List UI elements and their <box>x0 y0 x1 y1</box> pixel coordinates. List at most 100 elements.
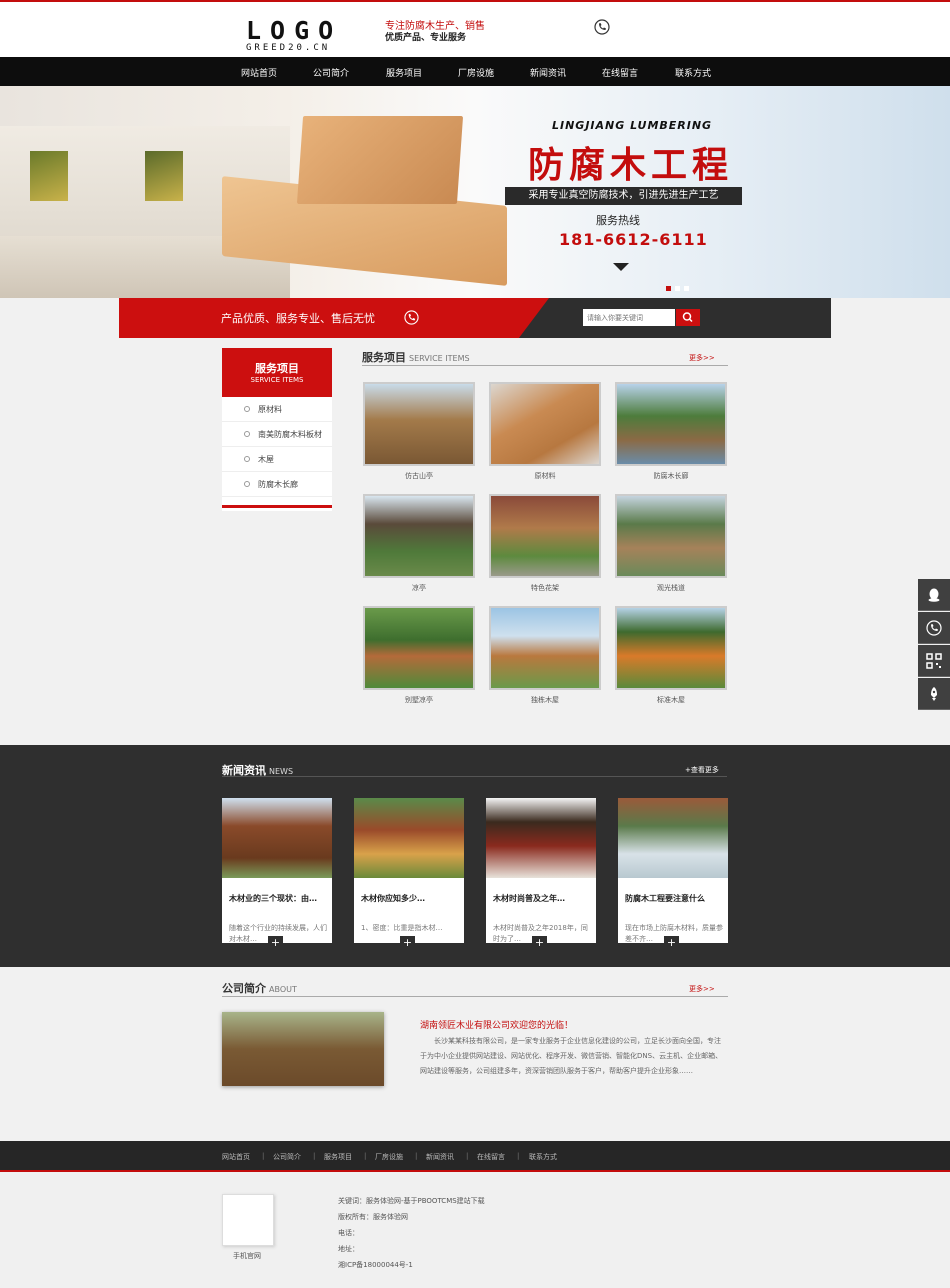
service-image <box>489 606 601 690</box>
news-title: 木材你应知多少… <box>361 894 425 903</box>
services-section-title: 服务项目 SERVICE ITEMS <box>362 349 470 365</box>
footer-nav-contact[interactable]: 联系方式 <box>529 1152 557 1162</box>
plus-icon[interactable]: + <box>400 936 415 951</box>
nav-item-services[interactable]: 服务项目 <box>386 66 422 79</box>
service-caption: 独栋木屋 <box>531 696 559 704</box>
service-card[interactable]: 防腐木长廊 <box>615 382 727 481</box>
footer-copyright: 版权所有：服务体验网 <box>338 1213 408 1221</box>
service-card[interactable]: 仿古山亭 <box>363 382 475 481</box>
news-card[interactable]: 防腐木工程要注意什么 现在市场上防腐木材料，质量参差不齐… + <box>618 798 728 951</box>
news-image <box>222 798 332 878</box>
news-card[interactable]: 木材你应知多少… 1、密度：比重是指木材… + <box>354 798 464 951</box>
service-caption: 仿古山亭 <box>405 472 433 480</box>
sidebar-item-label: 木屋 <box>258 455 274 464</box>
services-title-text: 服务项目 <box>362 351 406 364</box>
footer-icp[interactable]: 湘ICP备18000044号-1 <box>338 1260 413 1270</box>
service-image <box>615 382 727 466</box>
separator: | <box>364 1152 367 1160</box>
footer-keywords: 关键词：服务体验网-基于PBOOTCMS建站下载 <box>338 1197 485 1205</box>
service-card[interactable]: 特色花架 <box>489 494 601 593</box>
plus-icon[interactable]: + <box>268 936 283 951</box>
banner-window <box>145 151 183 201</box>
phone-icon <box>926 620 942 636</box>
footer-nav-facilities[interactable]: 厂房设施 <box>375 1152 403 1162</box>
sidebar-item[interactable]: 南美防腐木料板材 <box>222 422 332 447</box>
service-card[interactable]: 标准木屋 <box>615 606 727 705</box>
service-caption: 特色花架 <box>531 584 559 592</box>
carousel-dot[interactable] <box>666 286 671 291</box>
footer-nav: 网站首页 | 公司简介 | 服务项目 | 厂房设施 | 新闻资讯 | 在线留言 … <box>0 1141 950 1172</box>
service-card[interactable]: 观光栈道 <box>615 494 727 593</box>
sidebar-item[interactable]: 木屋 <box>222 447 332 472</box>
service-caption: 观光栈道 <box>657 584 685 592</box>
carousel-dot[interactable] <box>684 286 689 291</box>
sidebar-item[interactable]: 原材料 <box>222 397 332 422</box>
phone-icon <box>404 310 419 325</box>
about-title-text: 公司简介 <box>222 982 266 995</box>
main-nav: 网站首页 公司简介 服务项目 厂房设施 新闻资讯 在线留言 联系方式 <box>0 57 950 86</box>
news-more-link[interactable]: +查看更多 <box>685 765 719 775</box>
carousel-dots <box>666 284 693 294</box>
service-card[interactable]: 独栋木屋 <box>489 606 601 705</box>
news-card[interactable]: 木材时尚普及之年… 木材时尚普及之年2018年，同时为了… + <box>486 798 596 951</box>
banner-subtitle: 采用专业真空防腐技术，引进先进生产工艺 <box>505 187 742 205</box>
logo[interactable]: LOGO <box>246 18 342 44</box>
nav-item-home[interactable]: 网站首页 <box>241 66 277 79</box>
service-caption: 标准木屋 <box>657 696 685 704</box>
footer-nav-about[interactable]: 公司简介 <box>273 1152 301 1162</box>
divider <box>222 776 727 777</box>
service-card[interactable]: 原材料 <box>489 382 601 481</box>
service-image <box>363 382 475 466</box>
service-image <box>615 606 727 690</box>
float-top-button[interactable] <box>918 678 950 710</box>
footer-phone: 电话： <box>338 1229 359 1237</box>
service-caption: 凉亭 <box>412 584 426 592</box>
nav-item-message[interactable]: 在线留言 <box>602 66 638 79</box>
service-caption: 原材料 <box>534 472 556 480</box>
footer-nav-home[interactable]: 网站首页 <box>222 1152 250 1162</box>
hero-banner[interactable]: LINGJIANG LUMBERING 防腐木工程 采用专业真空防腐技术，引进先… <box>0 86 950 298</box>
sidebar-item-label: 防腐木长廊 <box>258 480 298 489</box>
news-image <box>486 798 596 878</box>
news-image <box>618 798 728 878</box>
float-qrcode-button[interactable] <box>918 645 950 677</box>
plus-icon[interactable]: + <box>532 936 547 951</box>
news-image <box>354 798 464 878</box>
slogan-bar: 产品优质、服务专业、售后无忧 <box>119 298 831 338</box>
nav-item-about[interactable]: 公司简介 <box>313 66 349 79</box>
footer-nav-services[interactable]: 服务项目 <box>324 1152 352 1162</box>
service-caption: 别墅凉亭 <box>405 696 433 704</box>
news-title: 木材时尚普及之年… <box>493 894 565 903</box>
carousel-dot[interactable] <box>675 286 680 291</box>
float-phone-button[interactable] <box>918 612 950 644</box>
service-image <box>615 494 727 578</box>
banner-english-title: LINGJIANG LUMBERING <box>552 119 713 132</box>
service-sidebar: 服务项目 SERVICE ITEMS 原材料 南美防腐木料板材 木屋 防腐木长廊 <box>222 348 332 511</box>
news-card[interactable]: 木材业的三个现状：由… 随着这个行业的持续发展，人们对木材… + <box>222 798 332 951</box>
services-more-link[interactable]: 更多>> <box>689 353 715 363</box>
about-more-link[interactable]: 更多>> <box>689 984 715 994</box>
search-button[interactable] <box>676 309 700 326</box>
sidebar-subtitle: SERVICE ITEMS <box>250 376 304 384</box>
nav-item-news[interactable]: 新闻资讯 <box>530 66 566 79</box>
about-section-title: 公司简介 ABOUT <box>222 980 297 996</box>
news-title: 防腐木工程要注意什么 <box>625 894 705 903</box>
circle-icon <box>244 481 250 487</box>
separator: | <box>262 1152 265 1160</box>
sidebar-header: 服务项目 SERVICE ITEMS <box>222 348 332 397</box>
sidebar-item[interactable]: 防腐木长廊 <box>222 472 332 497</box>
about-title-en: ABOUT <box>269 985 297 994</box>
nav-item-contact[interactable]: 联系方式 <box>675 66 711 79</box>
banner-window <box>30 151 68 201</box>
service-card[interactable]: 凉亭 <box>363 494 475 593</box>
footer-nav-news[interactable]: 新闻资讯 <box>426 1152 454 1162</box>
nav-item-facilities[interactable]: 厂房设施 <box>458 66 494 79</box>
service-card[interactable]: 别墅凉亭 <box>363 606 475 705</box>
footer-nav-message[interactable]: 在线留言 <box>477 1152 505 1162</box>
sidebar-item-label: 南美防腐木料板材 <box>258 430 322 439</box>
float-qq-button[interactable] <box>918 579 950 611</box>
search-input[interactable] <box>583 309 675 326</box>
about-heading: 湖南领匠木业有限公司欢迎您的光临！ <box>420 1021 574 1031</box>
divider <box>222 996 728 997</box>
plus-icon[interactable]: + <box>664 936 679 951</box>
